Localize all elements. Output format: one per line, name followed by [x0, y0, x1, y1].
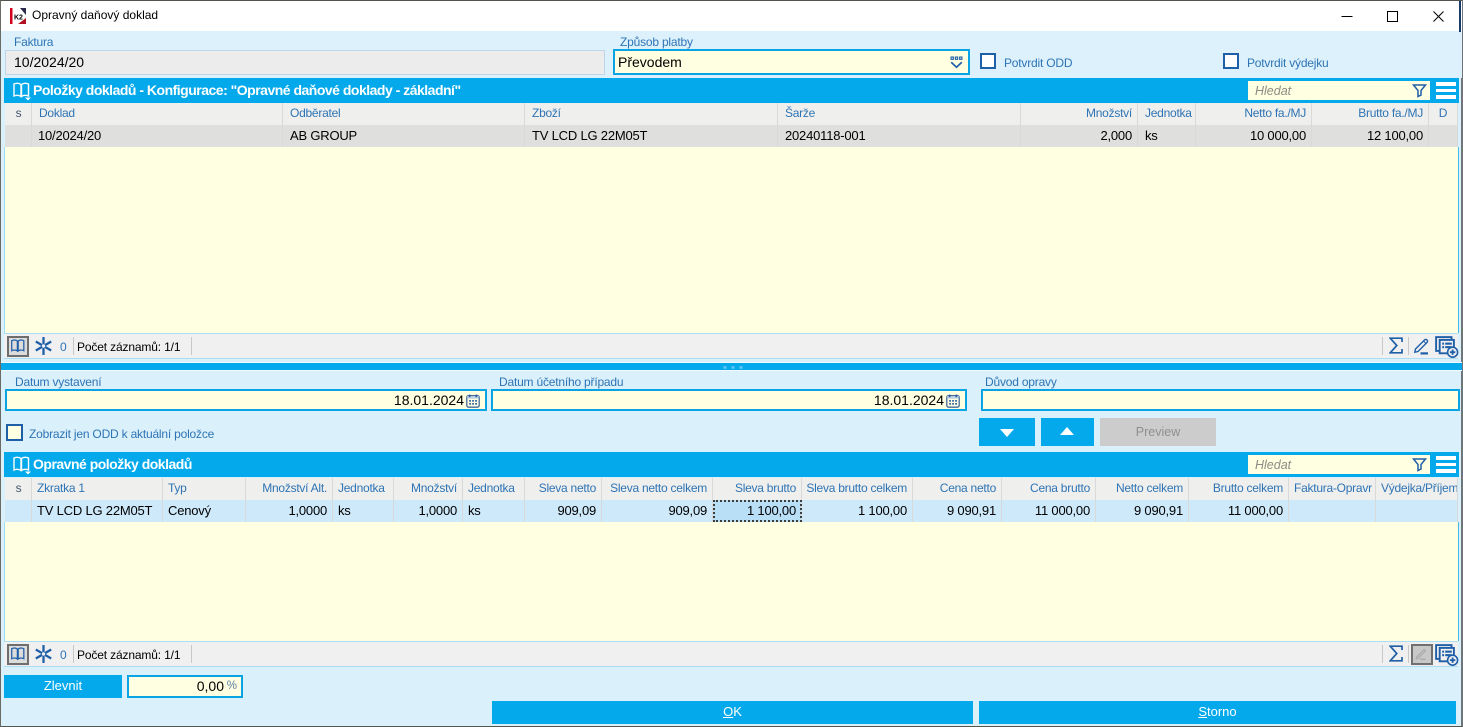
svg-text:K2: K2	[14, 15, 23, 22]
